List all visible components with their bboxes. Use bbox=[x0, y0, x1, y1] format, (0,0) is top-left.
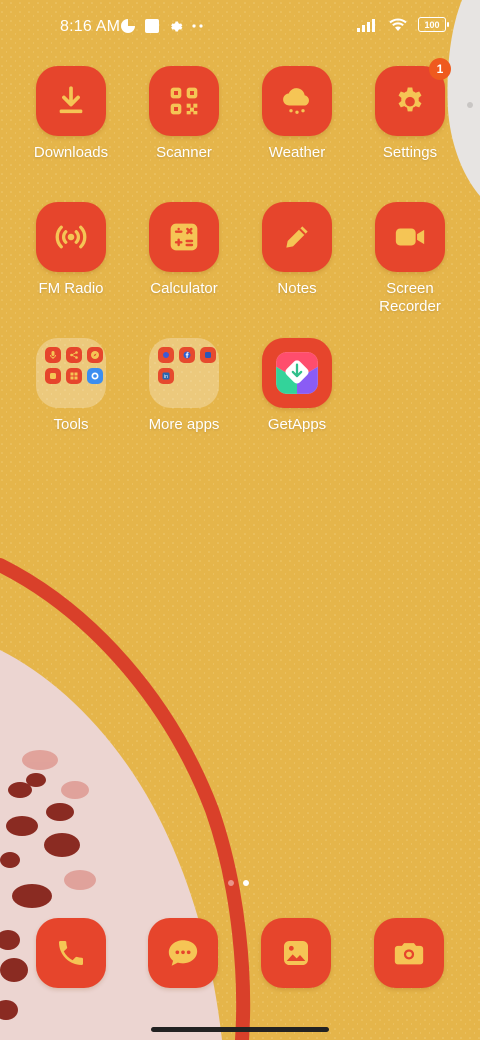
camera-icon bbox=[394, 943, 424, 965]
mini-browser-icon bbox=[87, 368, 103, 384]
svg-text:in: in bbox=[164, 374, 168, 380]
mini-compass-icon bbox=[87, 347, 103, 363]
pencil-icon bbox=[286, 226, 308, 248]
app-label: FM Radio bbox=[38, 280, 104, 297]
dock-camera[interactable] bbox=[374, 918, 444, 988]
app-label: Downloads bbox=[33, 144, 109, 161]
calculator-app-icon[interactable] bbox=[149, 202, 219, 272]
mini-app-icon bbox=[45, 368, 61, 384]
mini-app-icon bbox=[158, 347, 174, 363]
data-saver-icon bbox=[121, 19, 135, 33]
status-time: 8:16 AM bbox=[60, 18, 121, 35]
tools-folder-icon[interactable] bbox=[36, 338, 106, 408]
status-icons-left bbox=[120, 18, 205, 34]
weather-cloud-icon bbox=[283, 88, 309, 114]
app-label: Settings bbox=[382, 144, 438, 161]
message-bubble-icon bbox=[168, 940, 198, 966]
app-scanner[interactable]: Scanner bbox=[128, 66, 240, 162]
folder-tools[interactable]: Tools bbox=[15, 338, 127, 434]
mini-grid-icon bbox=[66, 368, 82, 384]
app-settings[interactable]: 1 Settings bbox=[354, 58, 466, 162]
more-dots-icon bbox=[192, 24, 203, 28]
app-label: More apps bbox=[148, 416, 220, 433]
video-camera-icon bbox=[395, 228, 425, 246]
mini-facebook-icon bbox=[179, 347, 195, 363]
getapps-app-icon[interactable] bbox=[262, 338, 332, 408]
app-calculator[interactable]: Calculator bbox=[128, 202, 240, 298]
downloads-app-icon[interactable] bbox=[36, 66, 106, 136]
app-weather[interactable]: Weather bbox=[241, 66, 353, 162]
notification-square-icon bbox=[145, 19, 159, 33]
app-label: Scanner bbox=[156, 144, 212, 161]
battery-level: 100 bbox=[424, 19, 440, 30]
dock-phone[interactable] bbox=[36, 918, 106, 988]
dock-gallery[interactable] bbox=[261, 918, 331, 988]
app-label: Notes bbox=[277, 280, 317, 297]
wifi-icon bbox=[389, 18, 407, 31]
notes-app-icon[interactable] bbox=[262, 202, 332, 272]
gallery-image-icon bbox=[284, 941, 308, 965]
mini-mic-icon bbox=[45, 347, 61, 363]
weather-app-icon[interactable] bbox=[262, 66, 332, 136]
app-label: Calculator bbox=[150, 280, 218, 297]
signal-icon bbox=[357, 18, 375, 32]
gear-icon bbox=[398, 87, 422, 112]
app-notes[interactable]: Notes bbox=[241, 202, 353, 298]
getapps-icon bbox=[276, 352, 318, 394]
app-label: Screen Recorder bbox=[379, 280, 441, 315]
settings-app-icon[interactable]: 1 bbox=[375, 58, 451, 136]
page-dot-1[interactable] bbox=[228, 880, 234, 886]
folder-more-apps[interactable]: in More apps bbox=[128, 338, 240, 434]
mini-share-icon bbox=[66, 347, 82, 363]
app-downloads[interactable]: Downloads bbox=[15, 66, 127, 162]
app-fm-radio[interactable]: FM Radio bbox=[15, 202, 127, 298]
app-label: Weather bbox=[268, 144, 326, 161]
mini-app-icon bbox=[200, 347, 216, 363]
battery-icon: 100 bbox=[418, 17, 449, 32]
phone-icon bbox=[59, 941, 83, 965]
mini-linkedin-icon: in bbox=[158, 368, 174, 384]
status-bar: 8:16 AM 100 bbox=[0, 0, 480, 56]
home-indicator[interactable] bbox=[151, 1027, 329, 1032]
app-label: Tools bbox=[53, 416, 89, 433]
app-screen-recorder[interactable]: Screen Recorder bbox=[354, 202, 466, 316]
screen-recorder-app-icon[interactable] bbox=[375, 202, 445, 272]
status-icons-right: 100 bbox=[356, 17, 449, 32]
app-getapps[interactable]: GetApps bbox=[241, 338, 353, 434]
settings-gear-icon bbox=[171, 21, 183, 31]
more-apps-folder-icon[interactable]: in bbox=[149, 338, 219, 408]
page-dot-2[interactable] bbox=[243, 880, 249, 886]
calculator-icon bbox=[170, 223, 198, 251]
scanner-app-icon[interactable] bbox=[149, 66, 219, 136]
fm-radio-app-icon[interactable] bbox=[36, 202, 106, 272]
app-label: GetApps bbox=[267, 416, 327, 433]
radio-icon bbox=[55, 225, 87, 249]
download-icon bbox=[59, 86, 83, 114]
qr-scanner-icon bbox=[170, 87, 198, 115]
notification-badge: 1 bbox=[429, 58, 451, 80]
page-indicator bbox=[228, 880, 249, 886]
dock-messages[interactable] bbox=[148, 918, 218, 988]
